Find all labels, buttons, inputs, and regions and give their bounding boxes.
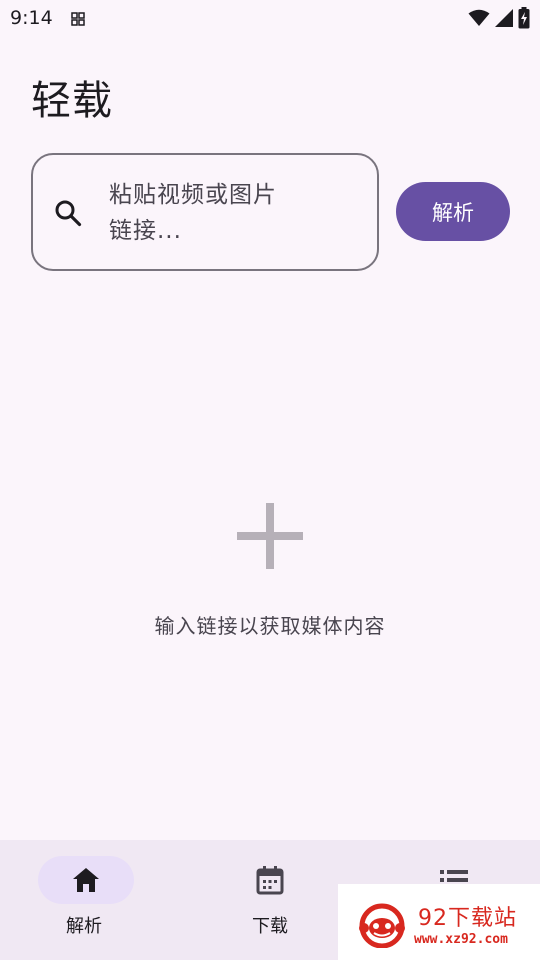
search-icon: [55, 200, 82, 227]
nav-item-download[interactable]: 下载: [180, 840, 360, 960]
search-placeholder-line1: 粘贴视频或图片: [109, 182, 277, 208]
battery-charging-icon: [518, 7, 530, 29]
cellular-signal-icon: [495, 9, 513, 27]
watermark-url: www.xz92.com: [414, 932, 508, 947]
home-icon: [73, 868, 99, 892]
plus-icon: [237, 503, 303, 569]
nav-label-parse: 解析: [66, 916, 102, 937]
watermark-title: 92下载站: [418, 906, 517, 931]
search-placeholder: 粘贴视频或图片 链接...: [109, 177, 309, 249]
app-notification-icon: [71, 12, 85, 26]
empty-state-message: 输入链接以获取媒体内容: [154, 614, 386, 638]
nav-label-download: 下载: [252, 916, 288, 937]
search-input[interactable]: 粘贴视频或图片 链接...: [31, 153, 379, 271]
parse-button[interactable]: 解析: [396, 182, 510, 241]
watermark: 92下载站 www.xz92.com: [338, 884, 540, 960]
calendar-icon: [256, 866, 284, 895]
wifi-icon: [468, 9, 490, 26]
watermark-logo-icon: [359, 903, 405, 948]
search-placeholder-line2: 链接...: [109, 218, 182, 244]
status-time: 9:14: [10, 7, 53, 29]
status-bar: 9:14: [0, 0, 540, 36]
page-title: 轻载: [31, 78, 113, 124]
status-icons: [468, 7, 530, 29]
nav-item-parse[interactable]: 解析: [0, 840, 180, 960]
